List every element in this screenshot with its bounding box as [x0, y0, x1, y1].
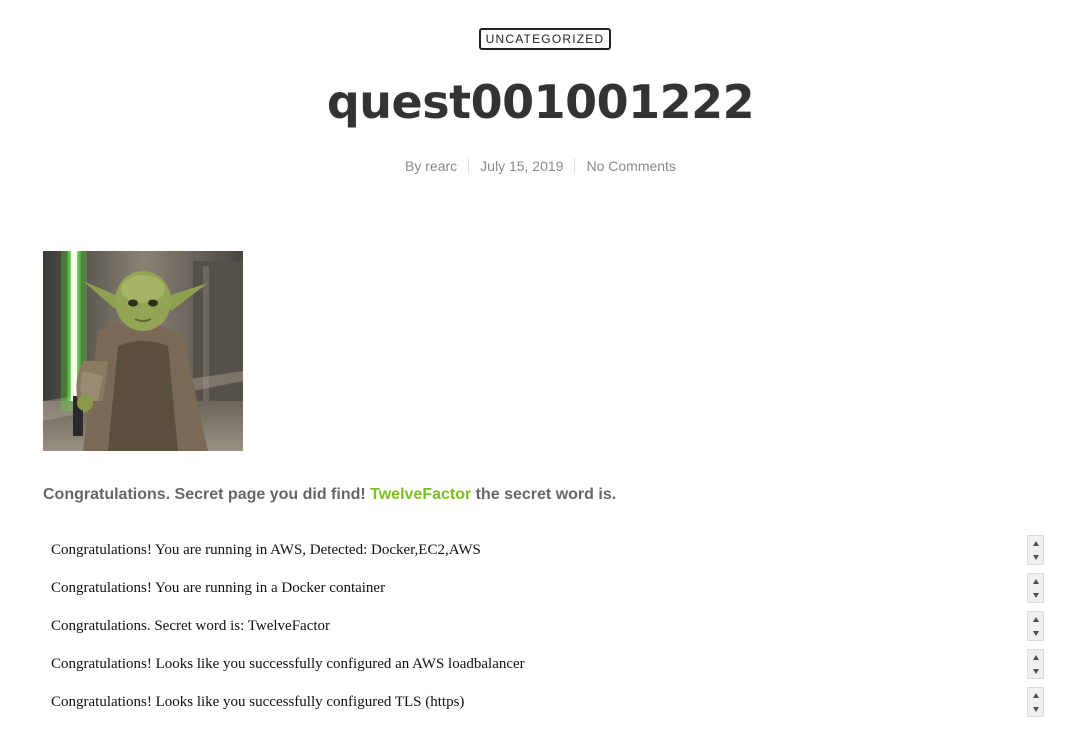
- result-text: Congratulations. Secret word is: TwelveF…: [51, 618, 331, 634]
- arrow-up-icon: [1032, 578, 1039, 584]
- post-comments-link[interactable]: No Comments: [586, 158, 675, 174]
- secret-suffix: the secret word is.: [471, 486, 617, 503]
- arrow-down-icon: [1032, 668, 1039, 674]
- post-author-link[interactable]: By rearc: [405, 158, 457, 174]
- spin-down-button[interactable]: [1028, 664, 1043, 678]
- spin-down-button[interactable]: [1028, 702, 1043, 716]
- post-title: quest001001222: [326, 75, 755, 129]
- spin-down-button[interactable]: [1028, 550, 1043, 564]
- post-date-link[interactable]: July 15, 2019: [480, 158, 563, 174]
- spin-up-button[interactable]: [1028, 612, 1043, 626]
- result-text: Congratulations! You are running in a Do…: [51, 580, 386, 596]
- result-text: Congratulations! Looks like you successf…: [51, 694, 465, 710]
- scroll-spinner[interactable]: [1027, 573, 1044, 603]
- meta-divider: [574, 158, 576, 174]
- arrow-up-icon: [1032, 616, 1039, 622]
- scroll-spinner[interactable]: [1027, 649, 1044, 679]
- secret-message: Congratulations. Secret page you did fin…: [43, 486, 616, 504]
- arrow-down-icon: [1032, 706, 1039, 712]
- secret-prefix: Congratulations. Secret page you did fin…: [43, 486, 371, 503]
- arrow-up-icon: [1032, 654, 1039, 660]
- arrow-up-icon: [1032, 692, 1039, 698]
- arrow-down-icon: [1032, 630, 1039, 636]
- arrow-down-icon: [1032, 592, 1039, 598]
- spin-up-button[interactable]: [1028, 688, 1043, 702]
- spin-down-button[interactable]: [1028, 626, 1043, 640]
- result-text: Congratulations! You are running in AWS,…: [51, 542, 481, 558]
- arrow-up-icon: [1032, 540, 1039, 546]
- spin-up-button[interactable]: [1028, 574, 1043, 588]
- yoda-image: [43, 251, 243, 451]
- spin-up-button[interactable]: [1028, 650, 1043, 664]
- scroll-spinner[interactable]: [1027, 535, 1044, 565]
- result-row: Congratulations! You are running in AWS,…: [43, 532, 1044, 570]
- category-badge[interactable]: UNCATEGORIZED: [479, 28, 611, 50]
- post-meta: By rearc July 15, 2019 No Comments: [0, 158, 1081, 174]
- spin-up-button[interactable]: [1028, 536, 1043, 550]
- secret-word: TwelveFactor: [370, 486, 472, 503]
- result-row: Congratulations! Looks like you successf…: [43, 684, 1044, 722]
- result-row: Congratulations. Secret word is: TwelveF…: [43, 608, 1044, 646]
- arrow-down-icon: [1032, 554, 1039, 560]
- results-list: Congratulations! You are running in AWS,…: [43, 532, 1044, 722]
- spin-down-button[interactable]: [1028, 588, 1043, 602]
- scroll-spinner[interactable]: [1027, 687, 1044, 717]
- scroll-spinner[interactable]: [1027, 611, 1044, 641]
- result-row: Congratulations! You are running in a Do…: [43, 570, 1044, 608]
- result-text: Congratulations! Looks like you successf…: [51, 656, 525, 672]
- meta-divider: [468, 158, 470, 174]
- result-row: Congratulations! Looks like you successf…: [43, 646, 1044, 684]
